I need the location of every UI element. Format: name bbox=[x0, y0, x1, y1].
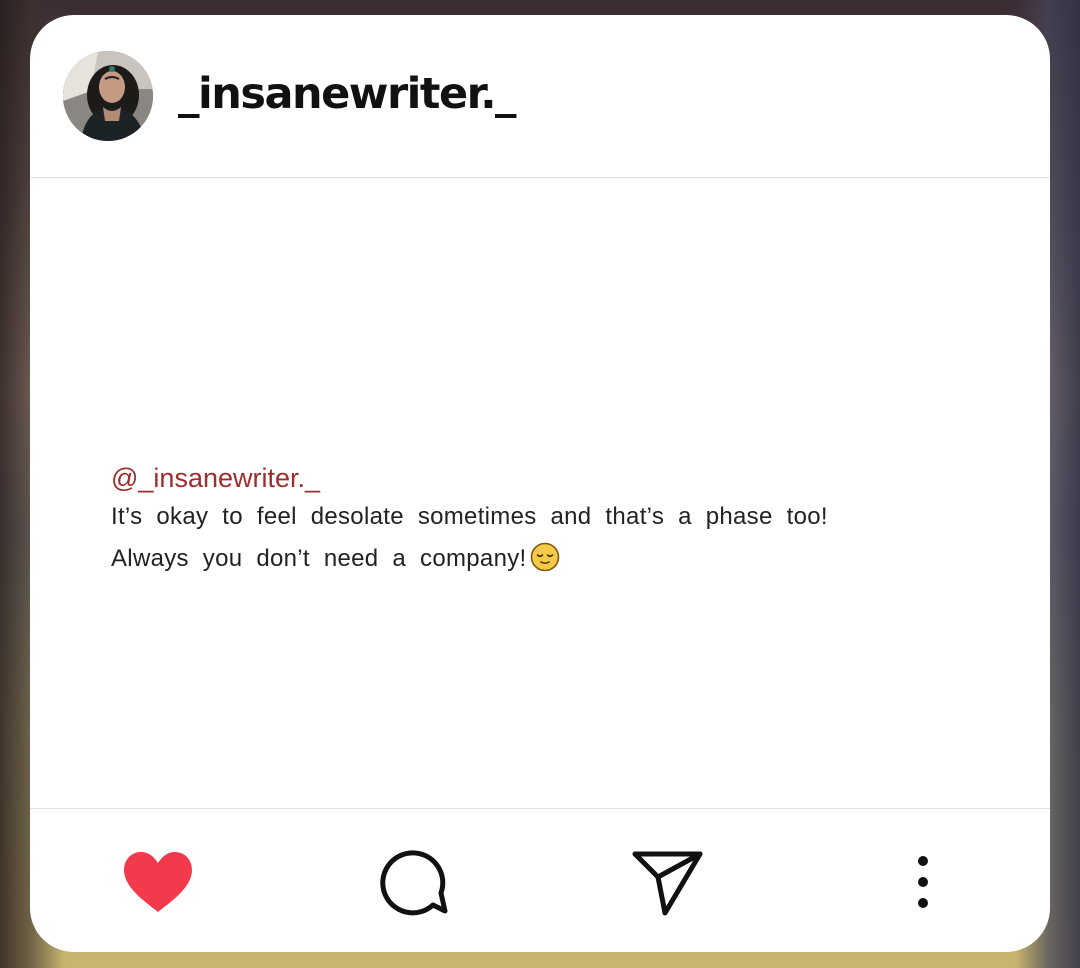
relieved-face-icon bbox=[530, 542, 559, 572]
more-vertical-icon bbox=[918, 856, 928, 908]
post-text-line-2: Always you don’t need a company! bbox=[111, 542, 560, 575]
more-options-button[interactable] bbox=[885, 847, 961, 919]
like-button[interactable] bbox=[120, 847, 196, 919]
username[interactable]: _insanewriter._ bbox=[178, 65, 517, 123]
avatar[interactable] bbox=[63, 51, 153, 141]
post-card: _insanewriter._ @_insanewriter._ It’s ok… bbox=[30, 15, 1050, 952]
action-bar bbox=[30, 808, 1050, 952]
comment-icon bbox=[380, 850, 448, 916]
post-handle: @_insanewriter._ bbox=[111, 463, 321, 493]
post-image: @_insanewriter._ It’s okay to feel desol… bbox=[30, 178, 1050, 808]
post-text-line: It’s okay to feel desolate sometimes and… bbox=[111, 503, 828, 530]
heart-icon bbox=[124, 852, 192, 912]
share-button[interactable] bbox=[630, 847, 706, 919]
avatar-image bbox=[63, 51, 153, 141]
comment-button[interactable] bbox=[375, 847, 451, 919]
post-text-line: Always you don’t need a company! bbox=[111, 545, 527, 572]
post-header: _insanewriter._ bbox=[30, 15, 1050, 178]
send-icon bbox=[632, 851, 703, 916]
